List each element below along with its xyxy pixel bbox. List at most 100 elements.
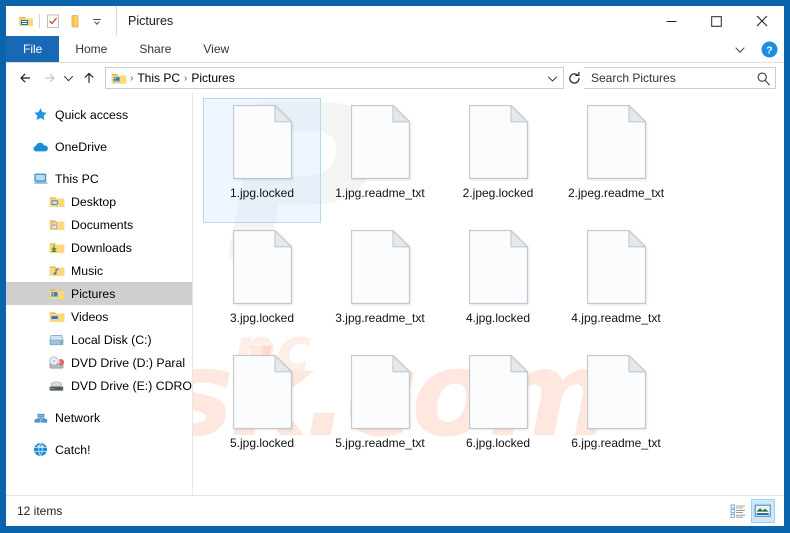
chevron-down-icon[interactable]	[728, 38, 752, 62]
pictures-folder-icon	[48, 286, 65, 302]
search-icon[interactable]	[756, 71, 771, 86]
refresh-icon[interactable]	[564, 68, 584, 88]
file-name-label: 1.jpg.locked	[229, 186, 295, 200]
catch-globe-icon	[32, 442, 49, 458]
file-name-label: 6.jpg.readme_txt	[571, 436, 661, 450]
file-grid: 1.jpg.locked 1.jpg.readme_txt 2.jpeg.loc…	[193, 93, 784, 473]
window-controls	[649, 6, 784, 36]
videos-folder-icon	[48, 309, 65, 325]
sidebar-item-label: Network	[55, 410, 101, 425]
file-tile[interactable]: 6.jpg.readme_txt	[557, 348, 675, 473]
sidebar-item-label: Downloads	[71, 240, 132, 255]
close-button[interactable]	[739, 6, 784, 36]
file-tile[interactable]: 3.jpg.readme_txt	[321, 223, 439, 348]
desktop-folder-icon	[48, 194, 65, 210]
downloads-folder-icon	[48, 240, 65, 256]
sidebar-item-label: Music	[71, 263, 104, 278]
breadcrumb-pictures[interactable]: Pictures	[188, 71, 237, 85]
sidebar-item-pictures[interactable]: Pictures	[6, 282, 192, 305]
sidebar-item-music[interactable]: Music	[6, 259, 192, 282]
sidebar-item-label: Desktop	[71, 194, 117, 209]
search-box[interactable]	[584, 67, 776, 89]
sidebar-item-onedrive[interactable]: OneDrive	[6, 135, 192, 158]
qat-separator	[39, 14, 40, 28]
sidebar-item-label: OneDrive	[55, 139, 107, 154]
sidebar-item-label: Pictures	[71, 286, 116, 301]
sidebar-item-dvd-drive-e-cdro[interactable]: DVD Drive (E:) CDRO	[6, 374, 192, 397]
file-tile[interactable]: 3.jpg.locked	[203, 223, 321, 348]
file-name-label: 3.jpg.readme_txt	[335, 311, 425, 325]
sidebar-item-label: Videos	[71, 309, 109, 324]
maximize-button[interactable]	[694, 6, 739, 36]
file-name-label: 2.jpeg.locked	[462, 186, 534, 200]
address-bar[interactable]: › This PC › Pictures	[105, 67, 564, 89]
dvd-drive-icon	[48, 355, 65, 371]
minimize-button[interactable]	[649, 6, 694, 36]
explorer-icon[interactable]	[15, 10, 37, 32]
documents-folder-icon	[48, 217, 65, 233]
music-folder-icon	[48, 263, 65, 279]
file-name-label: 4.jpg.locked	[465, 311, 531, 325]
ribbon-tabs: File Home Share View ?	[6, 36, 784, 63]
file-tile[interactable]: 1.jpg.locked	[203, 98, 321, 223]
search-input[interactable]	[591, 71, 756, 85]
file-tile[interactable]: 4.jpg.locked	[439, 223, 557, 348]
chevron-down-icon[interactable]	[60, 66, 77, 90]
sidebar-item-videos[interactable]: Videos	[6, 305, 192, 328]
file-tile[interactable]: 2.jpeg.locked	[439, 98, 557, 223]
blank-document-icon	[586, 105, 646, 179]
tab-share[interactable]: Share	[123, 36, 187, 62]
sidebar-item-label: DVD Drive (D:) Paral	[71, 355, 186, 370]
sidebar-item-desktop[interactable]: Desktop	[6, 190, 192, 213]
navigation-pane[interactable]: Quick access OneDrive This PC Desktop Docume…	[6, 93, 192, 495]
breadcrumb-this-pc[interactable]: This PC	[134, 71, 183, 85]
arrow-left-icon[interactable]	[14, 66, 37, 90]
file-tile[interactable]: 1.jpg.readme_txt	[321, 98, 439, 223]
explorer-window: Pictures File Home Share View ? › This P…	[0, 0, 790, 533]
tab-home[interactable]: Home	[59, 36, 123, 62]
blank-document-icon	[350, 230, 410, 304]
blank-document-icon	[232, 105, 292, 179]
sidebar-item-downloads[interactable]: Downloads	[6, 236, 192, 259]
file-name-label: 5.jpg.locked	[229, 436, 295, 450]
large-icons-view-icon[interactable]	[751, 499, 775, 523]
title-bar: Pictures	[6, 6, 784, 36]
file-tile[interactable]: 5.jpg.locked	[203, 348, 321, 473]
cloud-icon	[32, 139, 49, 155]
chevron-down-icon[interactable]	[86, 10, 108, 32]
sidebar-item-label: This PC	[55, 171, 99, 186]
sidebar-item-dvd-drive-d-paral[interactable]: DVD Drive (D:) Paral	[6, 351, 192, 374]
sidebar-item-this-pc[interactable]: This PC	[6, 167, 192, 190]
sidebar-item-label: Local Disk (C:)	[71, 332, 152, 347]
sidebar-item-local-disk-c[interactable]: Local Disk (C:)	[6, 328, 192, 351]
tab-file[interactable]: File	[6, 36, 60, 62]
help-circle-icon[interactable]: ?	[758, 39, 780, 61]
blank-document-icon	[586, 355, 646, 429]
cd-drive-icon	[48, 378, 65, 394]
ribbon-right-controls: ?	[728, 36, 780, 63]
file-list-pane[interactable]: P pc risk.com 1.jpg.locked 1.jpg.readme_…	[192, 93, 784, 495]
sidebar-item-quick-access[interactable]: Quick access	[6, 103, 192, 126]
item-count-label: 12 items	[17, 504, 63, 518]
details-view-icon[interactable]	[726, 499, 750, 523]
sidebar-item-label: Documents	[71, 217, 134, 232]
properties-checkmark-icon[interactable]	[42, 10, 64, 32]
sidebar-item-documents[interactable]: Documents	[6, 213, 192, 236]
sidebar-item-network[interactable]: Network	[6, 406, 192, 429]
blank-document-icon	[468, 105, 528, 179]
new-folder-icon[interactable]	[64, 10, 86, 32]
file-tile[interactable]: 6.jpg.locked	[439, 348, 557, 473]
tab-view[interactable]: View	[187, 36, 245, 62]
chevron-down-icon[interactable]	[543, 68, 561, 88]
file-tile[interactable]: 4.jpg.readme_txt	[557, 223, 675, 348]
file-tile[interactable]: 2.jpeg.readme_txt	[557, 98, 675, 223]
arrow-up-icon[interactable]	[77, 66, 100, 90]
file-tile[interactable]: 5.jpg.readme_txt	[321, 348, 439, 473]
blank-document-icon	[232, 355, 292, 429]
sidebar-item-catch[interactable]: Catch!	[6, 438, 192, 461]
file-name-label: 5.jpg.readme_txt	[335, 436, 425, 450]
sidebar-item-label: DVD Drive (E:) CDRO	[71, 378, 192, 393]
